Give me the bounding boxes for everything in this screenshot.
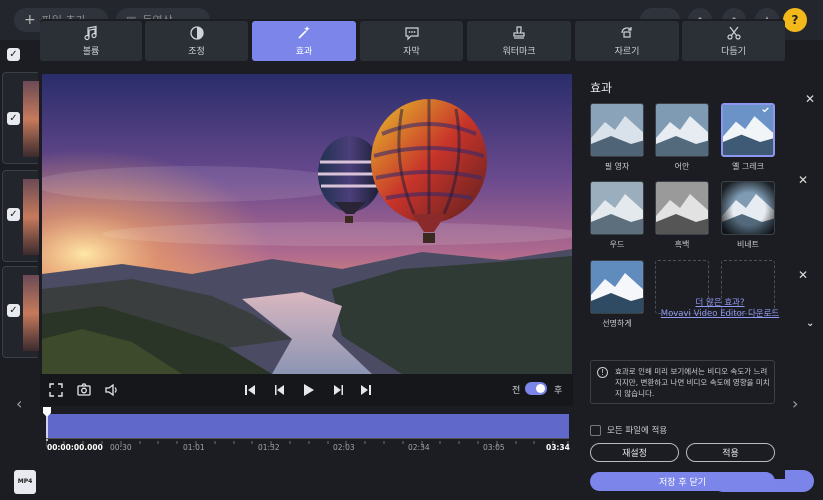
- effect-thumb-grayscale[interactable]: [655, 181, 709, 235]
- file-thumbnail: [23, 81, 39, 157]
- tab-trim[interactable]: 다듬기: [682, 21, 785, 61]
- tab-adjust[interactable]: 조정: [145, 21, 248, 61]
- effect-label: 필 영자: [604, 162, 630, 171]
- tab-crop[interactable]: 자르기: [575, 21, 679, 61]
- next-arrow-icon[interactable]: ›: [792, 394, 798, 413]
- crop-rotate-icon: [621, 27, 632, 38]
- speech-bubble-icon: [404, 27, 419, 41]
- help-button[interactable]: ?: [783, 8, 807, 32]
- before-label: 전: [512, 386, 521, 396]
- skip-end-icon[interactable]: [358, 382, 374, 398]
- playhead-handle[interactable]: [43, 407, 51, 441]
- effect-label: 옐 그레크: [732, 162, 764, 171]
- effect-thumb-vignette[interactable]: [721, 181, 775, 235]
- snapshot-icon[interactable]: [76, 382, 92, 398]
- tab-subtitles[interactable]: 자막: [360, 21, 463, 61]
- prev-frame-icon[interactable]: [272, 382, 288, 398]
- tick-label: 01:32: [258, 443, 280, 452]
- magic-wand-icon: [298, 26, 310, 39]
- timeline: 00:00:00.000 00:30 01:01 01:32 02:03 02:…: [40, 406, 573, 479]
- select-all-checkbox[interactable]: ✓: [7, 48, 20, 61]
- apply-all-checkbox[interactable]: [590, 424, 601, 436]
- tick-label: 00:30: [110, 443, 132, 452]
- effect-thumb-fisheye[interactable]: [655, 103, 709, 157]
- apply-button[interactable]: 적용: [686, 443, 775, 462]
- play-icon[interactable]: [300, 382, 316, 398]
- download-editor-link[interactable]: 더 많은 효과? Movavi Video Editor 다운로드: [655, 298, 785, 320]
- apply-all-files[interactable]: 모든 파일에 적용: [590, 424, 667, 436]
- prev-arrow-icon[interactable]: ‹: [16, 394, 22, 413]
- effect-label: 우드: [609, 240, 625, 249]
- panel-title: 효과: [590, 81, 613, 95]
- plus-icon: +: [24, 12, 36, 28]
- tab-watermark[interactable]: 워터마크: [467, 21, 571, 61]
- performance-notice: ! 효과로 인해 미리 보기에서는 비디오 속도가 느려지지만, 변환하고 나면…: [590, 360, 775, 404]
- effect-thumb-sepia[interactable]: [590, 103, 644, 157]
- next-frame-icon[interactable]: [330, 382, 346, 398]
- tab-effects[interactable]: 효과: [252, 21, 356, 61]
- file-checkbox[interactable]: ✓: [7, 112, 20, 125]
- current-time: 00:00:00.000: [47, 443, 103, 452]
- fullscreen-icon[interactable]: [48, 382, 64, 398]
- before-after-toggle[interactable]: [525, 382, 547, 395]
- file-thumbnail: [23, 179, 39, 255]
- reset-button[interactable]: 재설정: [590, 443, 679, 462]
- skip-start-icon[interactable]: [242, 382, 258, 398]
- video-preview: [42, 74, 572, 374]
- file-checkbox[interactable]: ✓: [7, 304, 20, 317]
- tick-label: 02:34: [408, 443, 430, 452]
- close-icon[interactable]: ✕: [805, 92, 815, 106]
- preview-frame: [42, 74, 572, 374]
- effect-label: 어안: [674, 162, 690, 171]
- file-checkbox[interactable]: ✓: [7, 208, 20, 221]
- effects-dialog: 볼륨 조정 효과 자막 워터마크 자르기 다듬기 전 후 00:00:00.00…: [40, 19, 815, 491]
- effect-label: 흑백: [674, 240, 690, 249]
- contrast-icon: [189, 26, 204, 40]
- after-label: 후: [554, 386, 563, 396]
- effects-panel: 효과 필 영자 어안 옐 그레크 우드 흑백 비네트 선명하게 더 많은 효과?…: [573, 64, 785, 491]
- edit-tabs: 볼륨 조정 효과 자막 워터마크 자르기 다듬기: [40, 19, 785, 64]
- effect-label: 비네트: [736, 240, 760, 249]
- timeline-track[interactable]: [46, 414, 569, 438]
- chevron-down-icon[interactable]: ⌄: [806, 318, 814, 329]
- player-controls: 전 후: [40, 374, 573, 406]
- effect-thumb-warm[interactable]: [590, 181, 644, 235]
- scissors-icon: [726, 26, 741, 40]
- effect-thumb-vivid[interactable]: [721, 103, 775, 157]
- tick-label: 02:03: [333, 443, 355, 452]
- output-format-icon[interactable]: MP4: [14, 470, 36, 494]
- info-icon: !: [597, 367, 608, 378]
- file-thumbnail: [23, 275, 39, 351]
- end-time: 03:34: [546, 443, 570, 452]
- tick-label: 03:05: [483, 443, 505, 452]
- close-icon[interactable]: ✕: [798, 268, 808, 282]
- save-and-close-button[interactable]: 저장 후 닫기: [590, 472, 775, 491]
- effect-thumb-sharpen[interactable]: [590, 260, 644, 314]
- tick-label: 01:01: [183, 443, 205, 452]
- close-icon[interactable]: ✕: [798, 173, 808, 187]
- music-note-icon: [84, 25, 97, 41]
- effect-label: 선명하게: [602, 319, 632, 328]
- tab-volume[interactable]: 볼륨: [40, 21, 142, 61]
- volume-icon[interactable]: [103, 382, 119, 398]
- stamp-icon: [513, 26, 525, 39]
